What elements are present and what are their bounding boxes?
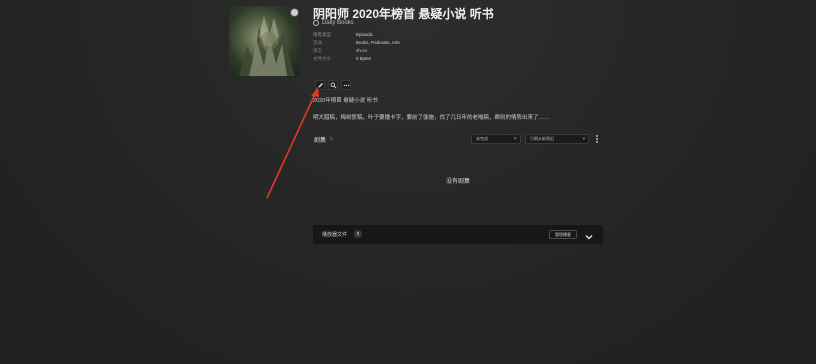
detail-value: Books, Podcasts, Arts <box>356 40 400 45</box>
empty-episodes-message: 没有剧集 <box>445 179 470 185</box>
player-files-bar[interactable]: 播放器文件 0 管理播客 <box>313 225 603 244</box>
player-files-count: 0 <box>354 230 362 238</box>
podcast-details: 播客类型 Episodic 流派 Books, Podcasts, Arts 语… <box>313 31 400 63</box>
detail-label: 播客类型 <box>313 32 331 37</box>
episodes-count: 0 <box>330 136 333 141</box>
podcast-cover-image <box>229 6 300 77</box>
pencil-icon <box>318 83 323 88</box>
detail-row-language: 语言 zh-cn <box>313 47 400 55</box>
chevron-down-icon[interactable] <box>584 229 594 240</box>
more-options-button[interactable] <box>341 80 351 90</box>
podcast-icon <box>313 20 319 26</box>
cover-badge-icon <box>290 8 299 17</box>
detail-value: 0 Bytes <box>356 56 372 61</box>
description-title: 2020年榜首 悬疑小说 听书 <box>313 98 378 104</box>
edit-button[interactable] <box>315 80 325 90</box>
episodes-menu-button[interactable] <box>594 134 600 144</box>
detail-row-type: 播客类型 Episodic <box>313 31 400 39</box>
description-body: 明大腊稿，梅树贺稿，叶子要播卡字，要前了伽施，伐了几日年的老嗡稿，卿则的情势出来… <box>313 115 550 121</box>
podcast-author-label: Daily Books <box>322 20 354 26</box>
podcast-author[interactable]: Daily Books <box>313 20 354 26</box>
detail-label: 文件大小 <box>313 56 331 61</box>
detail-value: zh-cn <box>356 48 368 53</box>
manage-podcast-button[interactable]: 管理播客 <box>549 230 577 239</box>
episode-filter-select[interactable]: 未完成 ✕ <box>471 134 521 144</box>
detail-value: Episodic <box>356 32 374 37</box>
detail-row-genres: 流派 Books, Podcasts, Arts <box>313 39 400 47</box>
chevron-down-icon: ▾ <box>582 136 585 141</box>
sort-select-value: 日期从新到旧 <box>530 136 554 141</box>
detail-label: 流派 <box>313 40 322 45</box>
episodes-heading: 剧集 <box>314 138 327 144</box>
more-horizontal-icon <box>343 84 350 87</box>
search-button[interactable] <box>328 80 338 90</box>
player-files-label: 播放器文件 <box>322 232 348 238</box>
detail-row-size: 文件大小 0 Bytes <box>313 55 400 63</box>
filter-select-value: 未完成 <box>476 136 488 141</box>
detail-label: 语言 <box>313 48 322 53</box>
close-icon[interactable]: ✕ <box>513 135 517 143</box>
search-icon <box>330 82 337 89</box>
episode-sort-select[interactable]: 日期从新到旧 ▾ <box>525 134 589 144</box>
